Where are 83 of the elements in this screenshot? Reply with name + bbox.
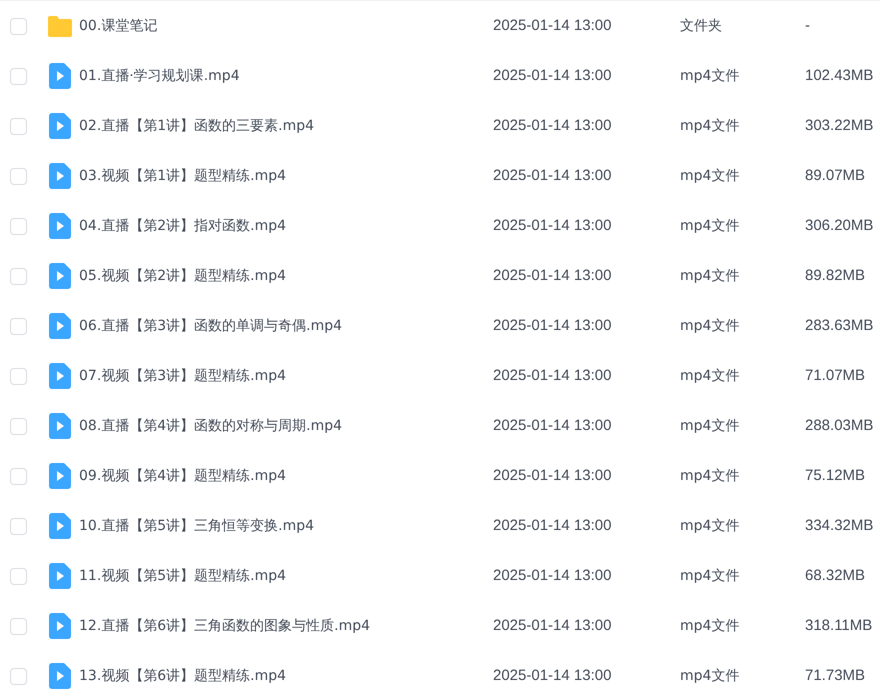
file-size: 71.07MB [805, 366, 866, 386]
file-name[interactable]: 01.直播·学习规划课.mp4 [79, 66, 493, 86]
file-type: mp4文件 [680, 316, 740, 336]
checkbox[interactable] [10, 368, 27, 384]
file-name[interactable]: 10.直播【第5讲】三角恒等变换.mp4 [79, 516, 493, 536]
file-size: 288.03MB [805, 416, 874, 436]
file-size: 102.43MB [805, 66, 874, 86]
folder-icon [47, 14, 73, 38]
checkbox[interactable] [10, 318, 27, 334]
file-size: 306.20MB [805, 216, 874, 236]
video-file-icon [49, 163, 71, 189]
video-file-icon [49, 613, 71, 639]
modified-date: 2025-01-14 13:00 [493, 66, 612, 86]
file-name[interactable]: 07.视频【第3讲】题型精练.mp4 [79, 366, 493, 386]
modified-date: 2025-01-14 13:00 [493, 566, 612, 586]
file-name[interactable]: 12.直播【第6讲】三角函数的图象与性质.mp4 [79, 616, 493, 636]
file-type: mp4文件 [680, 616, 740, 636]
video-file-icon [49, 413, 71, 439]
file-type: mp4文件 [680, 116, 740, 136]
file-name[interactable]: 08.直播【第4讲】函数的对称与周期.mp4 [79, 416, 493, 436]
checkbox[interactable] [10, 618, 27, 634]
checkbox[interactable] [10, 118, 27, 134]
checkbox[interactable] [10, 18, 27, 34]
file-type: mp4文件 [680, 366, 740, 386]
modified-date: 2025-01-14 13:00 [493, 616, 612, 636]
video-file-icon [49, 363, 71, 389]
modified-date: 2025-01-14 13:00 [493, 466, 612, 486]
file-type: mp4文件 [680, 566, 740, 586]
file-type: 文件夹 [680, 16, 723, 36]
checkbox[interactable] [10, 68, 27, 84]
file-size: 71.73MB [805, 666, 866, 686]
video-file-icon [49, 63, 71, 89]
modified-date: 2025-01-14 13:00 [493, 316, 612, 336]
checkbox[interactable] [10, 518, 27, 534]
file-type: mp4文件 [680, 216, 740, 236]
file-size: 318.11MB [805, 616, 872, 636]
video-file-icon [49, 563, 71, 589]
modified-date: 2025-01-14 13:00 [493, 416, 612, 436]
modified-date: 2025-01-14 13:00 [493, 366, 612, 386]
checkbox[interactable] [10, 568, 27, 584]
file-name[interactable]: 06.直播【第3讲】函数的单调与奇偶.mp4 [79, 316, 493, 336]
file-size: 75.12MB [805, 466, 866, 486]
file-type: mp4文件 [680, 166, 740, 186]
video-file-icon [49, 463, 71, 489]
video-file-icon [49, 313, 71, 339]
modified-date: 2025-01-14 13:00 [493, 516, 612, 536]
file-name[interactable]: 09.视频【第4讲】题型精练.mp4 [79, 466, 493, 486]
file-size: 334.32MB [805, 516, 874, 536]
file-name[interactable]: 02.直播【第1讲】函数的三要素.mp4 [79, 116, 493, 136]
file-name[interactable]: 05.视频【第2讲】题型精练.mp4 [79, 266, 493, 286]
checkbox[interactable] [10, 418, 27, 434]
file-name[interactable]: 13.视频【第6讲】题型精练.mp4 [79, 666, 493, 686]
modified-date: 2025-01-14 13:00 [493, 116, 612, 136]
file-name[interactable]: 03.视频【第1讲】题型精练.mp4 [79, 166, 493, 186]
video-file-icon [49, 263, 71, 289]
file-size: 303.22MB [805, 116, 874, 136]
checkbox[interactable] [10, 668, 27, 684]
modified-date: 2025-01-14 13:00 [493, 216, 612, 236]
file-size: - [805, 16, 810, 36]
file-name[interactable]: 11.视频【第5讲】题型精练.mp4 [79, 566, 493, 586]
checkbox[interactable] [10, 218, 27, 234]
checkbox[interactable] [10, 168, 27, 184]
file-type: mp4文件 [680, 266, 740, 286]
file-name[interactable]: 00.课堂笔记 [79, 16, 493, 36]
file-type: mp4文件 [680, 666, 740, 686]
file-size: 68.32MB [805, 566, 866, 586]
modified-date: 2025-01-14 13:00 [493, 16, 612, 36]
file-name[interactable]: 04.直播【第2讲】指对函数.mp4 [79, 216, 493, 236]
video-file-icon [49, 213, 71, 239]
file-type: mp4文件 [680, 516, 740, 536]
file-size: 283.63MB [805, 316, 874, 336]
modified-date: 2025-01-14 13:00 [493, 266, 612, 286]
file-type: mp4文件 [680, 466, 740, 486]
file-size: 89.82MB [805, 266, 866, 286]
checkbox[interactable] [10, 468, 27, 484]
modified-date: 2025-01-14 13:00 [493, 666, 612, 686]
file-type: mp4文件 [680, 66, 740, 86]
video-file-icon [49, 113, 71, 139]
modified-date: 2025-01-14 13:00 [493, 166, 612, 186]
checkbox[interactable] [10, 268, 27, 284]
video-file-icon [49, 513, 71, 539]
file-type: mp4文件 [680, 416, 740, 436]
file-size: 89.07MB [805, 166, 866, 186]
